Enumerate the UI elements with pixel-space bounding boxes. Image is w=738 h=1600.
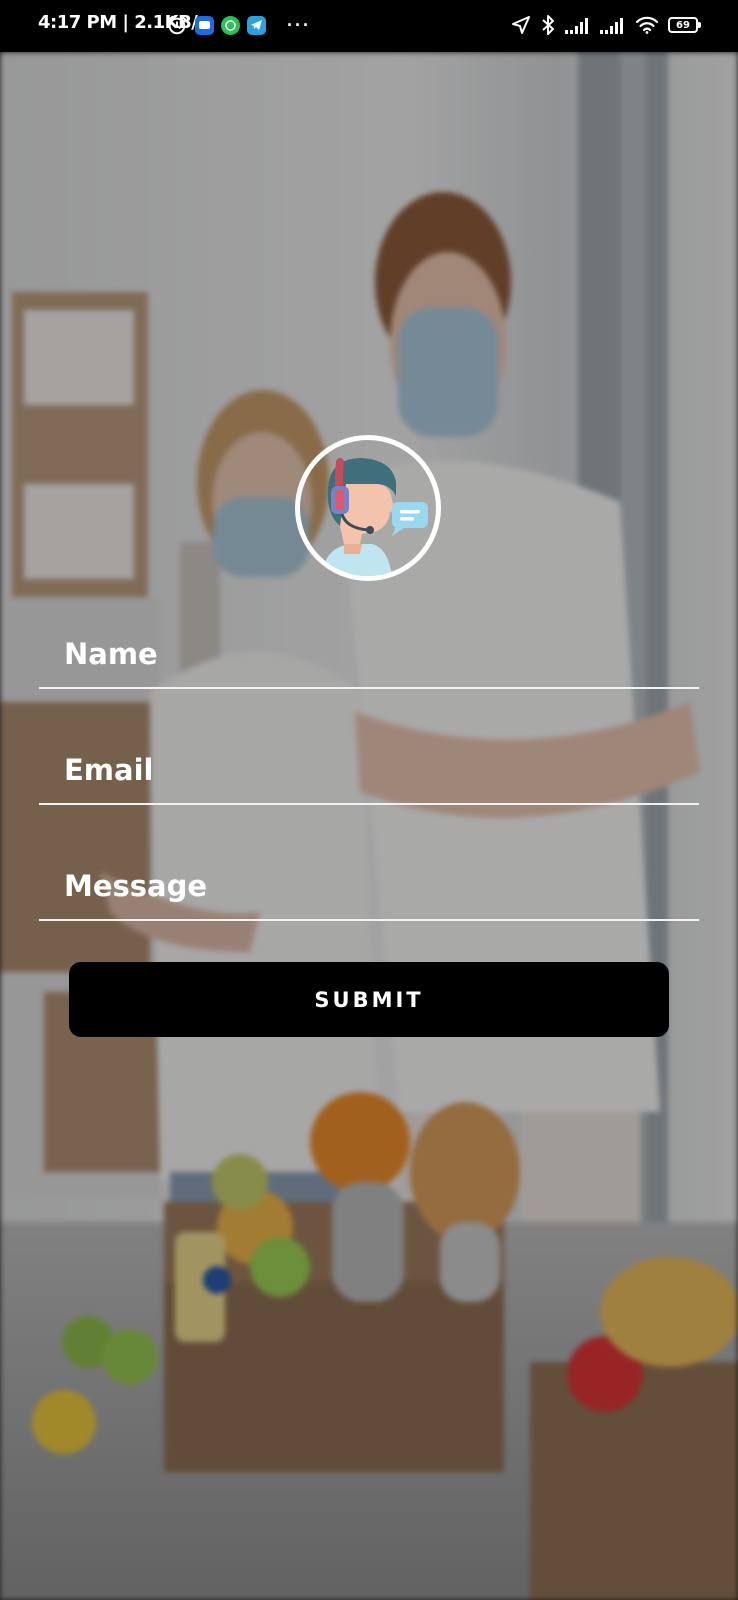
more-notifications-icon: ··· (287, 15, 311, 35)
background-dim-overlay (0, 52, 738, 1600)
battery-level: 69 (676, 19, 690, 31)
alarm-icon (167, 15, 187, 35)
submit-button[interactable]: SUBMIT (69, 962, 669, 1037)
message-field (39, 853, 699, 921)
email-field (39, 737, 699, 805)
message-input[interactable] (64, 853, 674, 919)
name-field (39, 621, 699, 689)
support-avatar (295, 435, 441, 581)
signal-icon (600, 18, 623, 34)
name-input[interactable] (64, 621, 674, 687)
status-notification-icons: ··· (166, 14, 311, 36)
whatsapp-icon (221, 15, 240, 35)
telegram-icon (247, 15, 266, 35)
battery-icon: 69 (668, 17, 701, 33)
bluetooth-icon (542, 15, 554, 35)
status-bar: 4:17 PM | 2.1KB/s ··· 69 (0, 0, 738, 52)
email-input[interactable] (64, 737, 674, 803)
status-system-icons: 69 (511, 14, 701, 36)
wifi-icon (635, 16, 659, 34)
location-icon (512, 16, 530, 34)
messages-app-icon (195, 15, 214, 35)
support-agent-icon (322, 458, 428, 576)
signal-icon (565, 18, 588, 34)
